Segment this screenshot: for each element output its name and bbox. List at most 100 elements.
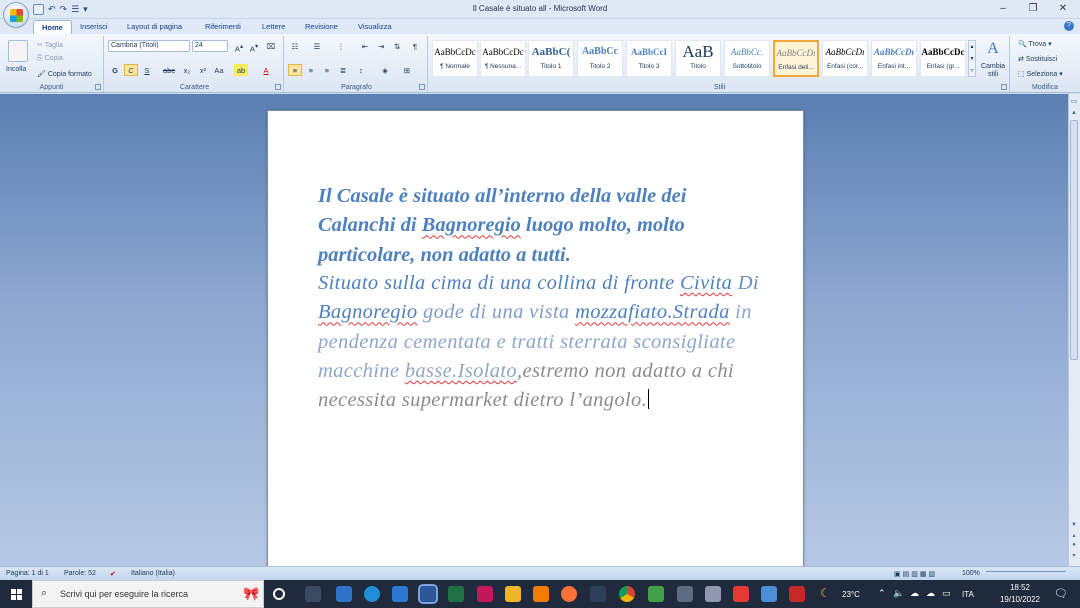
paste-icon[interactable]: [8, 40, 28, 62]
misspelled-word[interactable]: basse.Isolato: [405, 360, 517, 382]
style-emphasis[interactable]: AaBbCcDı Enfasi (cor...: [822, 40, 868, 77]
app-photo-icon[interactable]: [705, 586, 721, 602]
increase-indent-icon[interactable]: ⇥: [374, 40, 388, 52]
bold-button[interactable]: G: [108, 64, 122, 76]
zoom-slider[interactable]: [986, 571, 1066, 577]
strikethrough-button[interactable]: abc: [162, 64, 176, 76]
font-name-select[interactable]: Cambria (Titoli): [108, 40, 190, 52]
align-center-button[interactable]: ≡: [304, 64, 318, 76]
browse-object-icon[interactable]: ●: [1069, 542, 1079, 550]
bullets-icon[interactable]: ☷: [288, 40, 302, 52]
superscript-button[interactable]: x²: [196, 64, 210, 76]
tab-page-layout[interactable]: Layout di pagina: [119, 20, 190, 34]
numbering-icon[interactable]: ☰: [310, 40, 324, 52]
style-no-spacing[interactable]: AaBbCcDc ¶ Nessuna...: [480, 40, 526, 77]
decrease-indent-icon[interactable]: ⇤: [358, 40, 372, 52]
view-buttons[interactable]: ▣▤▥▦▧: [894, 570, 937, 578]
app-green-icon[interactable]: [648, 586, 664, 602]
tab-view[interactable]: Visualizza: [350, 20, 400, 34]
style-subtle-emphasis[interactable]: AaBbCcDı Enfasi deli...: [773, 40, 819, 77]
font-dialog-icon[interactable]: [275, 84, 281, 90]
font-color-icon[interactable]: A: [259, 64, 273, 76]
language-status[interactable]: Italiano (Italia): [131, 570, 175, 577]
misspelled-word[interactable]: Bagnoregio: [422, 214, 521, 236]
weather-icon[interactable]: ☾: [820, 586, 831, 600]
page-count[interactable]: Pagina: 1 di 1: [6, 570, 49, 577]
app-blue-icon[interactable]: [761, 586, 777, 602]
cortana-icon[interactable]: [273, 588, 285, 600]
align-left-button[interactable]: ≡: [288, 64, 302, 76]
taskbar-search-box[interactable]: ⌕ Scrivi qui per eseguire la ricerca 🎀: [32, 580, 264, 608]
document-heading[interactable]: Il Casale è situato all’interno della va…: [318, 182, 768, 270]
style-strong[interactable]: AaBbCcDc Enfasi (gr...: [920, 40, 966, 77]
misspelled-word[interactable]: Civita: [680, 272, 732, 294]
copy-button[interactable]: ⎘ Copia: [37, 55, 63, 63]
app-dark-red-icon[interactable]: [789, 586, 805, 602]
word-taskbar-icon[interactable]: [418, 584, 438, 604]
app-s-icon[interactable]: [477, 586, 493, 602]
help-icon[interactable]: ?: [1064, 21, 1074, 31]
ruler-toggle-icon[interactable]: ▭: [1069, 97, 1079, 107]
tab-mailings[interactable]: Lettere: [254, 20, 293, 34]
underline-button[interactable]: S: [140, 64, 154, 76]
tab-home[interactable]: Home: [33, 20, 72, 34]
input-language[interactable]: ITA: [962, 590, 974, 599]
show-marks-icon[interactable]: ¶: [408, 40, 422, 52]
notifications-icon[interactable]: 🗨: [1054, 587, 1068, 600]
borders-icon[interactable]: ⊞: [400, 64, 414, 76]
app-x-icon[interactable]: [590, 586, 606, 602]
find-button[interactable]: 🔍 Trova ▾: [1018, 40, 1052, 48]
weather-temp[interactable]: 23°C: [842, 590, 860, 599]
edge-icon[interactable]: [364, 586, 380, 602]
style-intense-emphasis[interactable]: AaBbCcDı Enfasi int...: [871, 40, 917, 77]
grow-font-icon[interactable]: A▴: [232, 40, 246, 54]
mail-icon[interactable]: [392, 586, 408, 602]
previous-page-icon[interactable]: ▴: [1069, 532, 1079, 540]
multilevel-list-icon[interactable]: ⋮: [334, 40, 348, 52]
change-case-button[interactable]: Aa: [212, 64, 226, 76]
paragraph-dialog-icon[interactable]: [419, 84, 425, 90]
font-size-select[interactable]: 24: [192, 40, 228, 52]
document-body-text[interactable]: Situato sulla cima di una collina di fro…: [318, 269, 768, 415]
tray-chevron-icon[interactable]: ⌃: [878, 588, 886, 599]
style-title[interactable]: AaB Titolo: [675, 40, 721, 77]
clock-date[interactable]: 19/10/2022: [998, 595, 1042, 604]
tab-insert[interactable]: Inserisci: [72, 20, 116, 34]
replace-button[interactable]: ⇄ Sostituisci: [1018, 55, 1057, 63]
misspelled-word[interactable]: Bagnoregio: [318, 301, 418, 323]
style-heading-1[interactable]: AaBbC(Titolo 1: [528, 40, 574, 77]
align-right-button[interactable]: ≡: [320, 64, 334, 76]
restore-button[interactable]: ❐: [1018, 0, 1048, 18]
network-icon[interactable]: ☁: [910, 588, 919, 599]
change-styles-icon[interactable]: A: [982, 40, 1004, 58]
scrollbar-thumb[interactable]: [1070, 120, 1078, 360]
next-page-icon[interactable]: ▾: [1069, 552, 1079, 560]
start-button[interactable]: [0, 580, 32, 608]
clipboard-dialog-icon[interactable]: [95, 84, 101, 90]
store-icon[interactable]: [336, 586, 352, 602]
firefox-icon[interactable]: [561, 586, 577, 602]
excel-icon[interactable]: [448, 586, 464, 602]
select-button[interactable]: ⬚ Seleziona ▾: [1018, 70, 1063, 78]
shading-icon[interactable]: ◈: [378, 64, 392, 76]
scroll-up-icon[interactable]: ▲: [1069, 110, 1079, 118]
italic-button[interactable]: C: [124, 64, 138, 76]
tab-references[interactable]: Riferimenti: [197, 20, 249, 34]
task-view-icon[interactable]: [305, 586, 321, 602]
file-explorer-icon[interactable]: [505, 586, 521, 602]
format-painter-button[interactable]: 🖌 Copia formato: [37, 70, 92, 78]
chrome-icon[interactable]: [619, 586, 635, 602]
style-heading-3[interactable]: AaBbCcI Titolo 3: [626, 40, 672, 77]
app-red-icon[interactable]: [733, 586, 749, 602]
cut-button[interactable]: ✂ Taglia: [37, 41, 63, 49]
style-subtitle[interactable]: AaBbCc. Sottotitolo: [724, 40, 770, 77]
sort-icon[interactable]: ⇅: [390, 40, 404, 52]
style-heading-2[interactable]: AaBbCc Titolo 2: [577, 40, 623, 77]
misspelled-word[interactable]: mozzafiato.Strada: [575, 301, 730, 323]
app-grey-icon[interactable]: [677, 586, 693, 602]
zoom-level[interactable]: 100%: [962, 570, 980, 577]
justify-button[interactable]: ≣: [336, 64, 350, 76]
close-button[interactable]: ✕: [1048, 0, 1078, 18]
clear-format-icon[interactable]: ⌧: [264, 40, 278, 52]
styles-scroll-icon[interactable]: ▴ ▾ ▿: [968, 40, 976, 77]
